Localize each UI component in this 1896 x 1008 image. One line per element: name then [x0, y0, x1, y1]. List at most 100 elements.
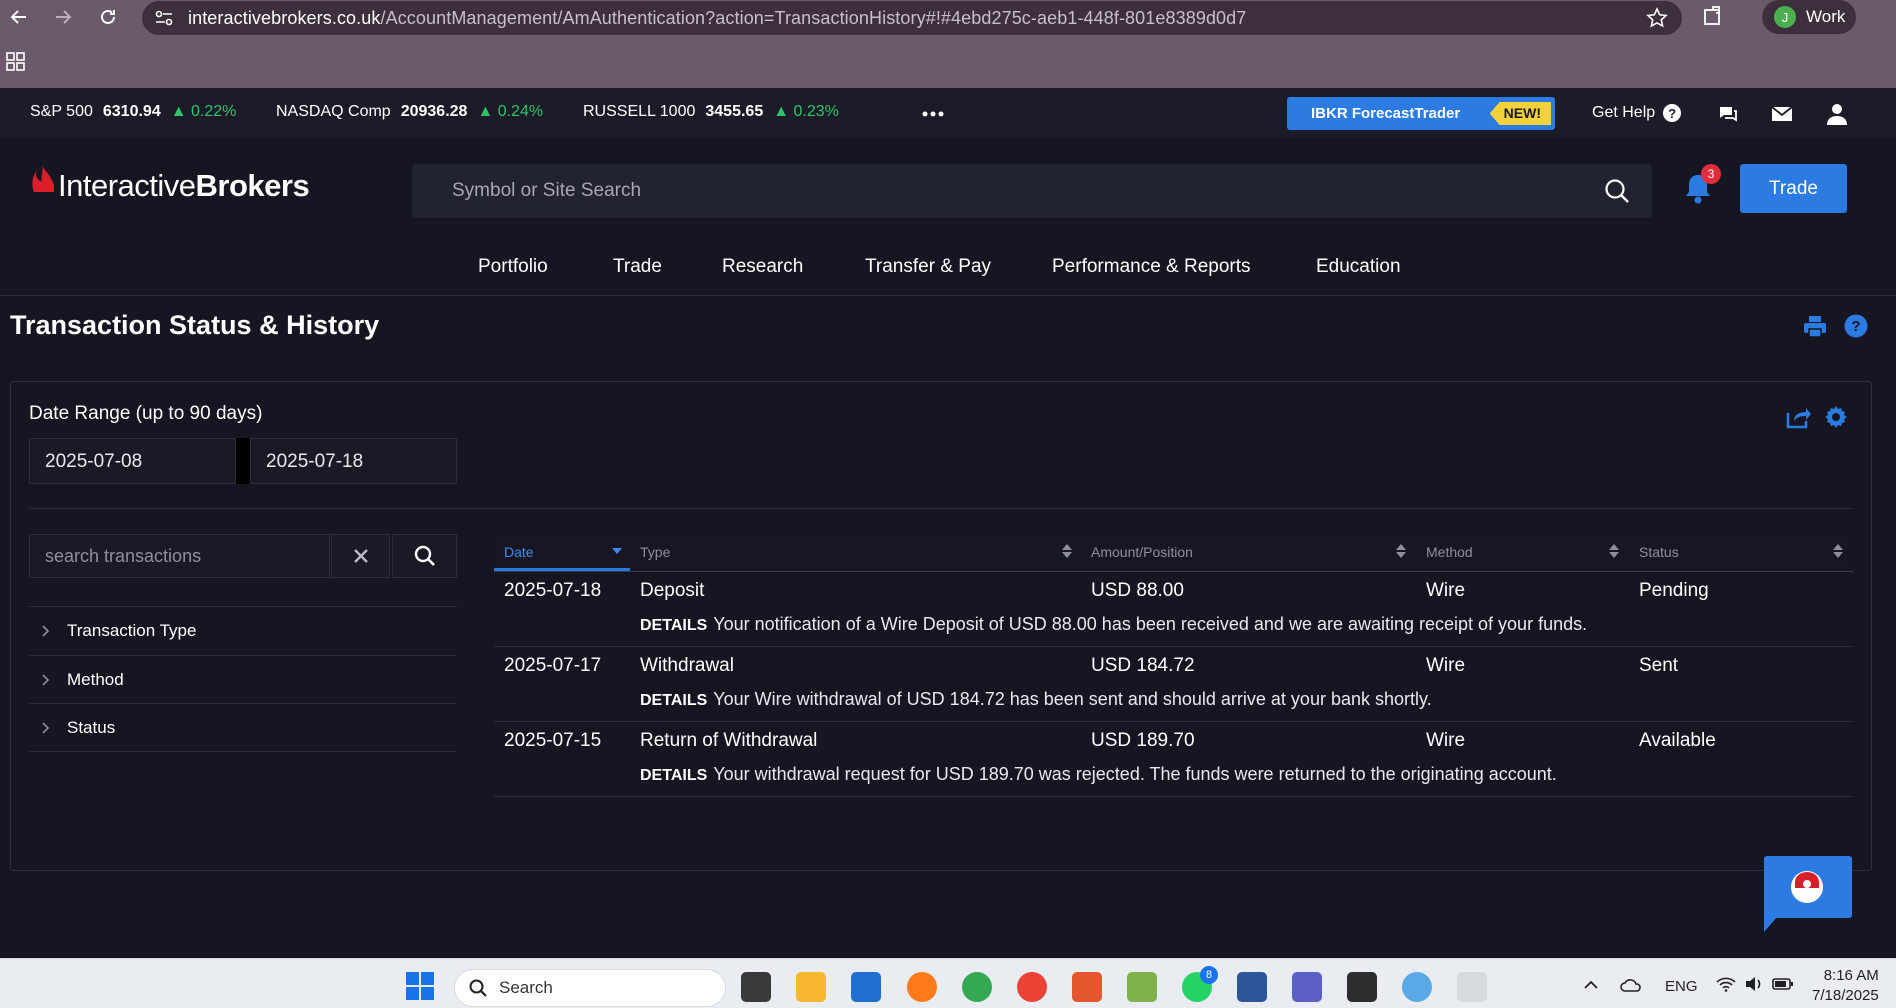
column-header-date[interactable]: Date	[504, 544, 534, 560]
get-help-link[interactable]: Get Help ?	[1592, 104, 1682, 122]
chrome-profile-icon[interactable]	[962, 972, 992, 1002]
clock-time: 8:16 AM	[1823, 967, 1879, 984]
app-icon[interactable]	[1072, 972, 1102, 1002]
table-row[interactable]: 2025-07-18 Deposit USD 88.00 Wire Pendin…	[494, 572, 1853, 647]
app-icon[interactable]	[1402, 972, 1432, 1002]
filter-label: Status	[67, 718, 116, 737]
cell-method: Wire	[1426, 730, 1466, 751]
clear-search-button[interactable]	[331, 534, 390, 578]
end-date-field[interactable]: 2025-07-18	[250, 438, 457, 484]
firefox-icon[interactable]	[907, 972, 937, 1002]
export-icon[interactable]	[1786, 405, 1812, 429]
site-search-input[interactable]	[412, 164, 1592, 218]
ib-logo[interactable]: InteractiveBrokers	[30, 164, 310, 208]
battery-icon[interactable]	[1772, 977, 1794, 991]
profile-button[interactable]: J Work	[1762, 0, 1856, 34]
search-icon[interactable]	[1604, 178, 1630, 204]
ticker-russell[interactable]: RUSSELL 1000 3455.65 ▲ 0.23%	[583, 103, 839, 121]
language-indicator[interactable]: ENG	[1665, 978, 1698, 995]
apps-grid-icon[interactable]	[6, 52, 26, 72]
task-view-icon[interactable]	[741, 972, 771, 1002]
filter-transaction-type[interactable]: Transaction Type	[29, 606, 457, 654]
taskbar-search[interactable]: Search	[454, 969, 726, 1007]
whatsapp-badge: 8	[1200, 966, 1218, 984]
ticker-change: ▲ 0.22%	[170, 103, 237, 120]
help-question-icon[interactable]: ?	[1844, 314, 1868, 338]
onedrive-icon[interactable]	[1620, 978, 1642, 992]
column-header-amount[interactable]: Amount/Position	[1091, 544, 1193, 560]
logo-text-bold: Brokers	[195, 168, 310, 203]
settings-gear-icon[interactable]	[1824, 405, 1848, 429]
nav-trade[interactable]: Trade	[613, 256, 662, 278]
extensions-icon[interactable]	[1701, 4, 1725, 28]
chat-widget-button[interactable]	[1764, 856, 1852, 918]
terminal-icon[interactable]	[1347, 972, 1377, 1002]
mail-icon[interactable]	[1771, 106, 1793, 122]
sort-icon[interactable]	[1833, 544, 1843, 558]
search-button[interactable]	[392, 534, 457, 578]
sort-icon[interactable]	[1396, 544, 1406, 558]
close-icon	[353, 549, 368, 563]
column-header-status[interactable]: Status	[1639, 544, 1679, 560]
table-row[interactable]: 2025-07-15 Return of Withdrawal USD 189.…	[494, 722, 1853, 797]
row-details: DETAILS Your withdrawal request for USD 1…	[640, 764, 1557, 785]
file-explorer-icon[interactable]	[796, 972, 826, 1002]
nav-research[interactable]: Research	[722, 256, 803, 278]
url-host: interactivebrokers.co.uk	[188, 8, 381, 28]
column-header-type[interactable]: Type	[640, 544, 670, 560]
ticker-value: 3455.65	[705, 103, 764, 120]
back-button[interactable]	[4, 2, 34, 32]
sort-icon[interactable]	[1062, 544, 1072, 558]
clock-date: 7/18/2025	[1812, 987, 1879, 1004]
address-bar[interactable]: interactivebrokers.co.uk/AccountManageme…	[142, 1, 1682, 35]
app-icon[interactable]	[1127, 972, 1157, 1002]
nav-education[interactable]: Education	[1316, 256, 1401, 278]
date-separator	[236, 438, 250, 484]
transaction-search	[29, 534, 330, 578]
forecast-trader-button[interactable]: IBKR ForecastTrader NEW!	[1287, 97, 1555, 130]
wifi-icon[interactable]	[1716, 976, 1736, 992]
sort-desc-icon[interactable]	[612, 548, 622, 554]
url-path: /AccountManagement/AmAuthentication?acti…	[380, 8, 1247, 28]
print-icon[interactable]	[1803, 314, 1827, 338]
volume-icon[interactable]	[1744, 976, 1764, 992]
chrome-icon[interactable]	[1017, 972, 1047, 1002]
start-date-field[interactable]: 2025-07-08	[29, 438, 236, 484]
word-icon[interactable]	[1237, 972, 1267, 1002]
reload-button[interactable]	[93, 2, 123, 32]
tray-chevron-up-icon[interactable]	[1584, 980, 1598, 990]
cell-status: Sent	[1639, 655, 1679, 676]
nav-portfolio[interactable]: Portfolio	[478, 256, 548, 278]
teams-icon[interactable]	[1292, 972, 1322, 1002]
windows-taskbar	[0, 958, 1896, 1008]
svg-text:?: ?	[1851, 318, 1860, 335]
table-row[interactable]: 2025-07-17 Withdrawal USD 184.72 Wire Se…	[494, 647, 1853, 722]
url-text: interactivebrokers.co.uk/AccountManageme…	[188, 8, 1246, 29]
profile-label: Work	[1806, 7, 1846, 26]
sort-icon[interactable]	[1609, 544, 1619, 558]
nav-transfer-pay[interactable]: Transfer & Pay	[865, 256, 991, 278]
ticker-nasdaq[interactable]: NASDAQ Comp 20936.28 ▲ 0.24%	[276, 103, 543, 121]
column-header-method[interactable]: Method	[1426, 544, 1473, 560]
search-icon	[414, 545, 435, 566]
bookmark-star-icon[interactable]	[1646, 7, 1668, 29]
store-icon[interactable]	[851, 972, 881, 1002]
snipping-tool-icon[interactable]	[1457, 972, 1487, 1002]
trade-button[interactable]: Trade	[1740, 164, 1847, 213]
active-sort-indicator	[494, 568, 630, 571]
chat-icon[interactable]	[1717, 103, 1739, 125]
nav-performance-reports[interactable]: Performance & Reports	[1052, 256, 1251, 278]
taskbar-clock[interactable]: 8:16 AM 7/18/2025	[1812, 966, 1879, 1006]
more-dots-icon[interactable]	[922, 111, 944, 117]
ticker-sp500[interactable]: S&P 500 6310.94 ▲ 0.22%	[30, 103, 236, 121]
forward-button[interactable]	[48, 2, 78, 32]
user-icon[interactable]	[1826, 103, 1848, 125]
filter-method[interactable]: Method	[29, 655, 457, 703]
reload-icon	[101, 9, 115, 24]
windows-start-icon[interactable]	[405, 971, 435, 1001]
cell-amount: USD 189.70	[1091, 730, 1195, 751]
cell-status: Pending	[1639, 580, 1709, 601]
filter-status[interactable]: Status	[29, 703, 457, 751]
transaction-search-input[interactable]	[30, 535, 329, 577]
site-info-icon[interactable]	[154, 9, 174, 27]
